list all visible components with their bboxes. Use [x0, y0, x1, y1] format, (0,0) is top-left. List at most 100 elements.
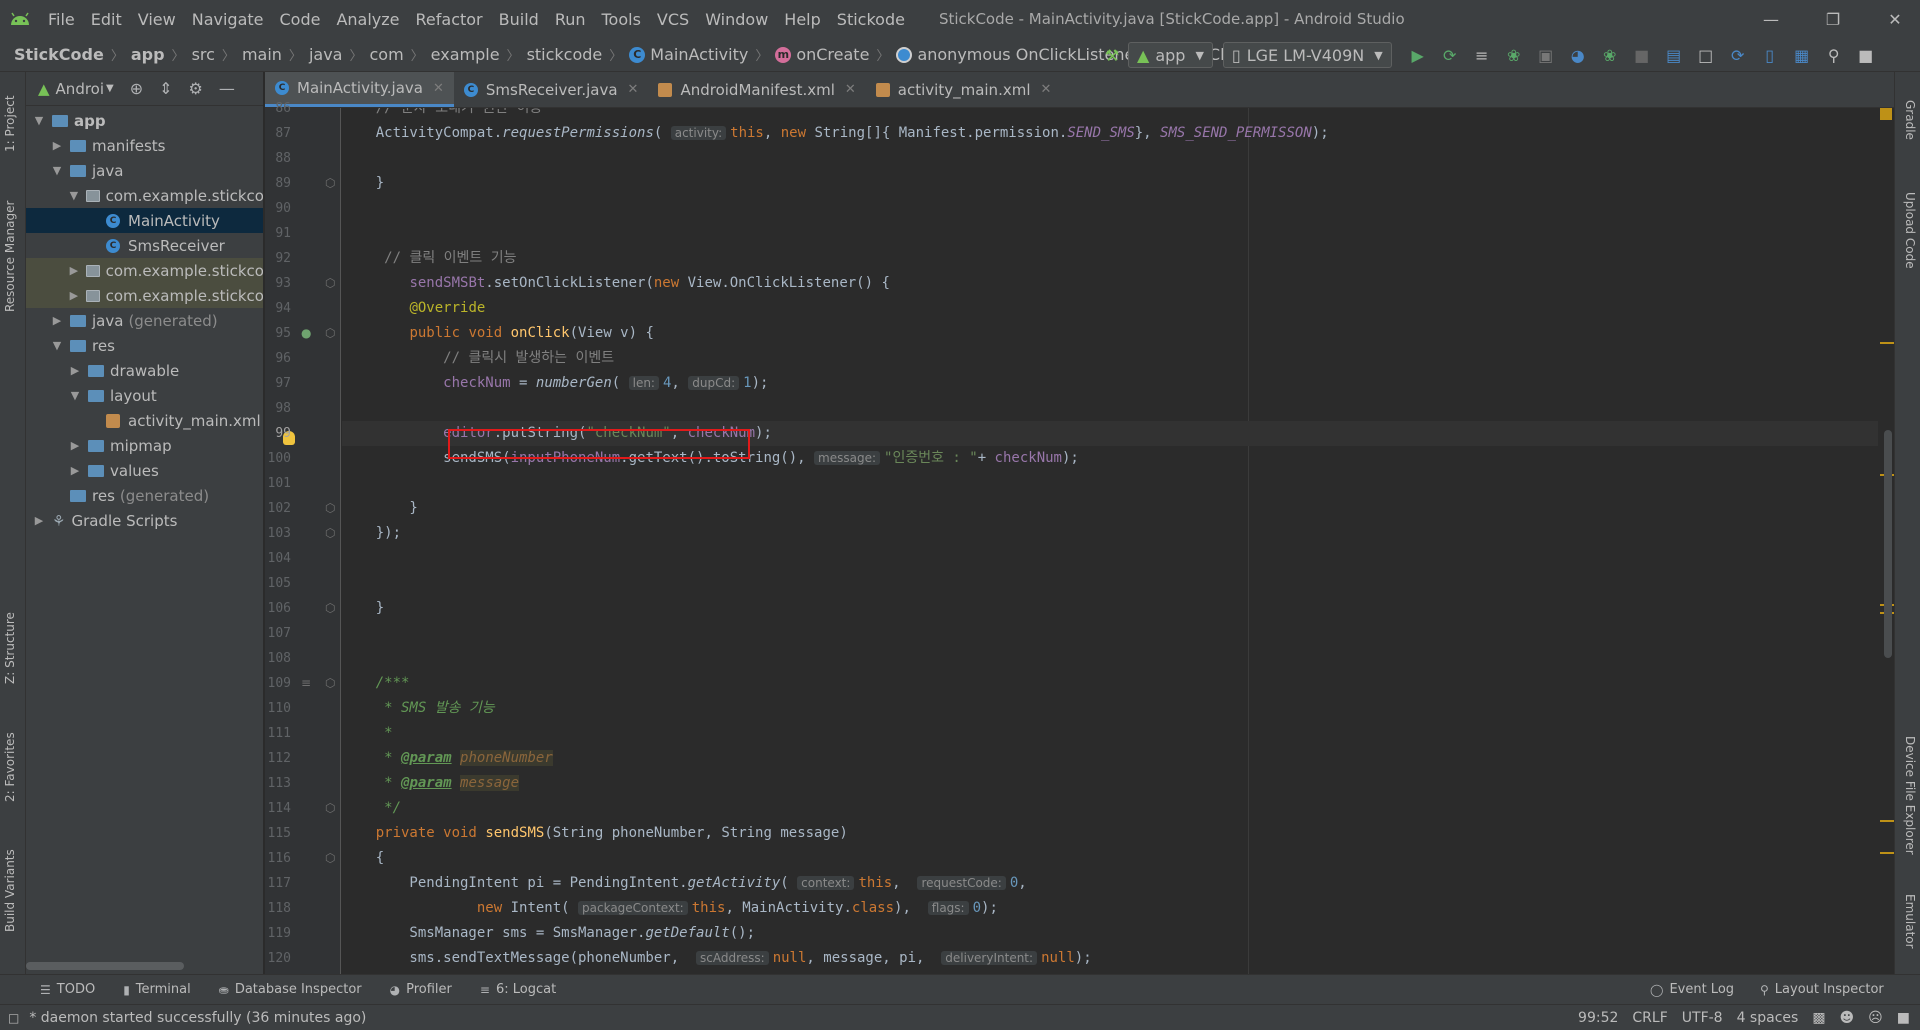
collapse-arrow-icon[interactable]: ▶ — [68, 364, 82, 377]
fold-marker-icon[interactable]: ⬡ — [325, 851, 335, 865]
project-structure-icon[interactable]: ▤ — [1658, 38, 1690, 72]
line-separator[interactable]: CRLF — [1632, 1010, 1667, 1026]
fold-marker-icon[interactable]: ⬡ — [325, 176, 335, 190]
close-icon[interactable]: ✕ — [845, 82, 856, 97]
menu-stickode[interactable]: Stickode — [829, 10, 913, 29]
minimize-icon[interactable]: — — [1748, 0, 1794, 38]
doc-render-icon[interactable]: ≡ — [301, 676, 311, 690]
menu-navigate[interactable]: Navigate — [184, 10, 272, 29]
tree-item[interactable]: C MainActivity — [26, 208, 263, 233]
restore-icon[interactable]: ❐ — [1810, 0, 1856, 38]
tool-profiler[interactable]: ◕ Profiler — [390, 982, 452, 997]
breadcrumb-java[interactable]: java — [309, 45, 343, 64]
feedback-icon[interactable]: ☹ — [1868, 1010, 1883, 1026]
run-config-select[interactable]: ▲ app ▼ — [1128, 42, 1213, 68]
fold-marker-icon[interactable]: ⬡ — [325, 276, 335, 290]
vertical-scrollbar[interactable] — [1884, 430, 1892, 658]
tree-item[interactable]: res (generated) — [26, 483, 263, 508]
search-icon[interactable]: ⚲ — [1818, 38, 1850, 72]
run-icon[interactable]: ▶ — [1402, 38, 1434, 72]
tree-item[interactable]: ▼ java — [26, 158, 263, 183]
expand-arrow-icon[interactable]: ▼ — [68, 389, 82, 402]
sdk-manager-icon[interactable]: ▦ — [1786, 38, 1818, 72]
collapse-arrow-icon[interactable]: ▶ — [68, 289, 80, 302]
collapse-arrow-icon[interactable]: ▶ — [32, 514, 46, 527]
file-encoding[interactable]: UTF-8 — [1682, 1010, 1723, 1026]
fold-marker-icon[interactable]: ⬡ — [325, 676, 335, 690]
tab-activity-main-xml[interactable]: activity_main.xml ✕ — [866, 72, 1062, 107]
breadcrumb-project[interactable]: StickCode — [14, 45, 104, 64]
tree-item[interactable]: activity_main.xml — [26, 408, 263, 433]
locate-icon[interactable]: ⊕ — [130, 79, 143, 98]
tree-item[interactable]: ▶ java (generated) — [26, 308, 263, 333]
tool-event-log[interactable]: ◯ Event Log — [1650, 982, 1734, 997]
tool-terminal[interactable]: ▮ Terminal — [123, 982, 191, 997]
warning-marker[interactable] — [1880, 852, 1894, 854]
tool-logcat[interactable]: ≡ 6: Logcat — [480, 982, 556, 997]
tab-mainactivity-java[interactable]: C MainActivity.java ✕ — [265, 72, 454, 107]
tool-favorites[interactable]: 2: Favorites — [3, 732, 17, 802]
tool-resource-manager[interactable]: Resource Manager — [3, 201, 17, 312]
tool-emulator[interactable]: Emulator — [1903, 894, 1917, 949]
build-hammer-icon[interactable]: ⚒ — [1096, 38, 1128, 72]
notifications-icon[interactable]: ■ — [1897, 1010, 1910, 1026]
menu-view[interactable]: View — [130, 10, 184, 29]
menu-build[interactable]: Build — [491, 10, 547, 29]
inspection-icon[interactable]: ☻ — [1840, 1010, 1855, 1026]
tool-project[interactable]: 1: Project — [3, 95, 17, 152]
sync-gradle-icon[interactable]: ⟳ — [1722, 38, 1754, 72]
fold-marker-icon[interactable]: ⬡ — [325, 526, 335, 540]
tool-structure[interactable]: Z: Structure — [3, 612, 17, 684]
gear-icon[interactable]: ⚙ — [189, 79, 203, 98]
layout-editor-icon[interactable]: □ — [1690, 38, 1722, 72]
profile-icon[interactable]: ◕ — [1562, 38, 1594, 72]
close-icon[interactable]: ✕ — [1041, 82, 1052, 97]
breadcrumb-module[interactable]: app — [131, 45, 165, 64]
menu-tools[interactable]: Tools — [594, 10, 649, 29]
tree-item[interactable]: C SmsReceiver — [26, 233, 263, 258]
tree-item[interactable]: ▶ com.example.stickco — [26, 283, 263, 308]
project-view-select[interactable]: Androi — [56, 80, 104, 98]
tree-item[interactable]: ▶ ⚘ Gradle Scripts — [26, 508, 263, 533]
expand-arrow-icon[interactable]: ▼ — [50, 339, 64, 352]
fold-marker-icon[interactable]: ⬡ — [325, 601, 335, 615]
account-icon[interactable]: ■ — [1850, 38, 1882, 72]
menu-vcs[interactable]: VCS — [649, 10, 697, 29]
debug-icon[interactable]: ❀ — [1498, 38, 1530, 72]
coverage-icon[interactable]: ▣ — [1530, 38, 1562, 72]
tree-item[interactable]: ▶ com.example.stickco — [26, 258, 263, 283]
warning-marker[interactable] — [1880, 342, 1894, 344]
line-number-gutter[interactable]: 86 87 88 89 90 91 92 93 94 95 96 97 98 99 100 101 102 103… — [265, 101, 341, 974]
menu-window[interactable]: Window — [697, 10, 776, 29]
collapse-arrow-icon[interactable]: ▶ — [50, 314, 64, 327]
menu-refactor[interactable]: Refactor — [408, 10, 491, 29]
collapse-arrow-icon[interactable]: ▶ — [68, 264, 80, 277]
breadcrumb-com[interactable]: com — [369, 45, 403, 64]
menu-code[interactable]: Code — [272, 10, 329, 29]
collapse-arrow-icon[interactable]: ▶ — [68, 464, 82, 477]
tree-item[interactable]: ▶ drawable — [26, 358, 263, 383]
close-window-icon[interactable]: ✕ — [1872, 0, 1918, 38]
apply-code-changes-icon[interactable]: ≡ — [1466, 38, 1498, 72]
tool-gradle[interactable]: Gradle — [1903, 100, 1917, 140]
breadcrumb-stickcode[interactable]: stickcode — [527, 45, 603, 64]
lock-icon[interactable]: ▩ — [1812, 1010, 1825, 1026]
tree-item[interactable]: ▼ res — [26, 333, 263, 358]
tree-item[interactable]: ▼ com.example.stickco — [26, 183, 263, 208]
collapse-all-icon[interactable]: ⇕ — [159, 79, 172, 98]
breadcrumb-oncreate[interactable]: m onCreate — [775, 45, 869, 64]
horizontal-scrollbar[interactable] — [26, 962, 184, 970]
tool-database-inspector[interactable]: ⛂ Database Inspector — [219, 982, 362, 997]
fold-marker-icon[interactable]: ⬡ — [325, 326, 335, 340]
tree-item[interactable]: ▶ values — [26, 458, 263, 483]
status-message[interactable]: * daemon started successfully (36 minute… — [29, 1010, 366, 1026]
tab-androidmanifest-xml[interactable]: AndroidManifest.xml ✕ — [648, 72, 865, 107]
close-icon[interactable]: ✕ — [433, 81, 444, 96]
override-marker-icon[interactable]: ● — [301, 326, 311, 340]
avd-manager-icon[interactable]: ▯ — [1754, 38, 1786, 72]
menu-edit[interactable]: Edit — [83, 10, 130, 29]
menu-run[interactable]: Run — [547, 10, 594, 29]
tool-device-file-explorer[interactable]: Device File Explorer — [1903, 736, 1917, 855]
attach-debugger-icon[interactable]: ❀ — [1594, 38, 1626, 72]
collapse-arrow-icon[interactable]: ▶ — [68, 439, 82, 452]
